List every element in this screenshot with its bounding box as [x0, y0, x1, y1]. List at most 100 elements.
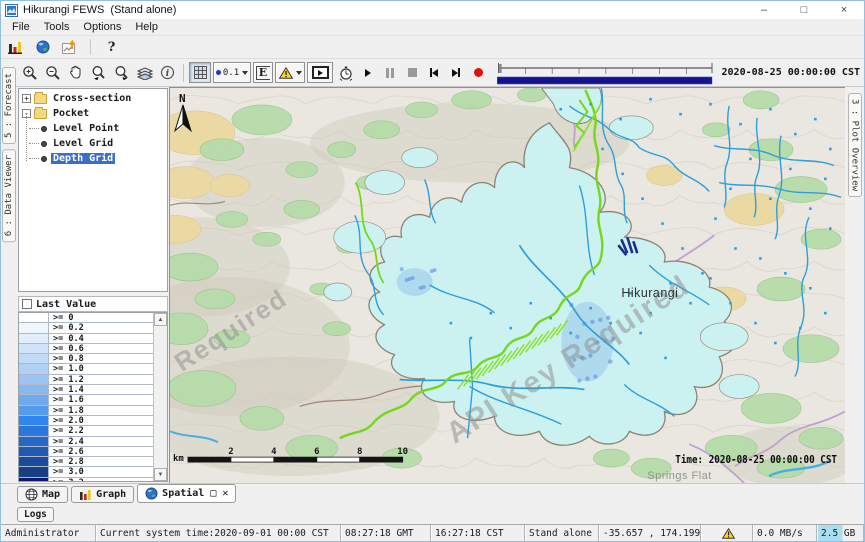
menu-options[interactable]: Options	[76, 20, 128, 34]
legend-row: >= 0.4	[19, 334, 153, 344]
zoom-next-icon	[114, 65, 130, 81]
animation-settings-button[interactable]	[335, 62, 356, 83]
status-bar: AdministratorCurrent system time:2020-09…	[1, 524, 864, 541]
zoom-previous-button[interactable]	[88, 62, 109, 83]
tree-item-label: Cross-section	[51, 93, 133, 104]
legend-label: >= 2.4	[49, 437, 84, 446]
legend-row: >= 0.6	[19, 344, 153, 354]
zoom-in-button[interactable]	[19, 62, 40, 83]
bullet-icon	[41, 156, 47, 162]
map-canvas[interactable]: API Key Required API Key Required Hikura…	[169, 87, 845, 483]
scale-tick-label: 10	[397, 447, 408, 457]
tree-connector	[29, 128, 39, 129]
chart-up-icon	[62, 40, 78, 55]
tree-item-level-grid[interactable]: Level Grid	[21, 136, 167, 151]
label-toggle-button[interactable]: E	[253, 62, 273, 83]
north-label: N	[179, 92, 186, 105]
legend-swatch	[19, 426, 49, 435]
maximize-button[interactable]: □	[784, 1, 824, 19]
chevron-down-icon	[242, 71, 248, 75]
warning-icon	[279, 67, 293, 79]
tab-graph[interactable]: Graph	[71, 486, 134, 503]
dot-icon	[216, 70, 221, 75]
legend-swatch	[19, 323, 49, 332]
minimize-button[interactable]: –	[744, 1, 784, 19]
legend-row: >= 2.0	[19, 416, 153, 426]
legend-swatch	[19, 385, 49, 394]
slider-handle[interactable]	[499, 64, 501, 73]
database-viewer-button[interactable]	[5, 37, 26, 58]
timeseries-button[interactable]	[59, 37, 80, 58]
logs-button[interactable]: Logs	[17, 507, 54, 522]
zoom-out-button[interactable]	[42, 62, 63, 83]
status-coordinates: -35.657 , 174.199	[599, 525, 701, 541]
tree-item-pocket[interactable]: -Pocket	[21, 106, 167, 121]
zoom-next-button[interactable]	[111, 62, 132, 83]
tab-plot-overview[interactable]: 3 : Plot Overview	[848, 93, 862, 197]
current-datetime: 2020-08-25 00:00:00 CST	[722, 67, 860, 78]
scroll-up-icon[interactable]: ▲	[154, 313, 167, 326]
scale-unit: km	[173, 454, 184, 464]
legend-label: >= 0.8	[49, 354, 84, 363]
last-step-button[interactable]	[446, 62, 466, 83]
tab-forecast[interactable]: 5 : Forecast	[2, 67, 16, 144]
stop-button[interactable]	[402, 62, 422, 83]
legend-label: >= 1.2	[49, 375, 84, 384]
legend-label: >= 1.4	[49, 385, 84, 394]
menu-help[interactable]: Help	[128, 20, 165, 34]
tree-item-level-point[interactable]: Level Point	[21, 121, 167, 136]
time-slider[interactable]	[496, 61, 715, 85]
pause-icon	[386, 68, 394, 78]
close-button[interactable]: ×	[824, 1, 864, 19]
threshold-warning-dropdown[interactable]	[275, 62, 305, 83]
legend-label: >= 2.2	[49, 426, 84, 435]
record-button[interactable]	[468, 62, 488, 83]
play-button[interactable]	[358, 62, 378, 83]
last-value-checkbox[interactable]	[22, 299, 32, 309]
map-toolbar: i 0.1 E	[16, 59, 864, 87]
tab-spatial[interactable]: Spatial□✕	[137, 484, 236, 503]
tree-item-label: Pocket	[51, 108, 91, 119]
animation-display-button[interactable]	[307, 62, 333, 83]
toolbar-separator	[90, 39, 91, 55]
play-icon	[365, 69, 371, 77]
legend-swatch	[19, 364, 49, 373]
tab-close-icon[interactable]: ✕	[222, 488, 228, 499]
globe-wire-icon	[25, 488, 38, 501]
spatial-display-button[interactable]	[32, 37, 53, 58]
tab-data-viewer[interactable]: 6 : Data Viewer	[2, 149, 16, 242]
pan-button[interactable]	[65, 62, 86, 83]
menu-file[interactable]: File	[5, 20, 37, 34]
legend-panel: Last Value >= 0>= 0.2>= 0.4>= 0.6>= 0.8>…	[18, 296, 168, 482]
legend-swatch	[19, 467, 49, 476]
grid-display-button[interactable]	[189, 62, 211, 83]
legend-swatch	[19, 395, 49, 404]
tab-map[interactable]: Map	[17, 486, 68, 503]
info-icon: i	[160, 65, 175, 80]
tab-maximize-icon[interactable]: □	[210, 488, 216, 499]
legend-row: >= 2.4	[19, 437, 153, 447]
info-button[interactable]: i	[157, 62, 178, 83]
scroll-down-icon[interactable]: ▼	[154, 468, 167, 481]
pause-button[interactable]	[380, 62, 400, 83]
legend-label: >= 2.8	[49, 457, 84, 466]
legend-label: >= 1.0	[49, 364, 84, 373]
menu-bar: FileToolsOptionsHelp	[1, 19, 864, 36]
classbreak-dropdown[interactable]: 0.1	[213, 62, 251, 83]
tree-item-depth-grid[interactable]: Depth Grid	[21, 151, 167, 166]
right-tab-strip: 3 : Plot Overview	[845, 87, 864, 483]
legend-row: >= 1.0	[19, 364, 153, 374]
tree-item-label: Level Grid	[51, 138, 115, 149]
status-local-time: 16:27:18 CST	[431, 525, 525, 541]
tree-item-cross-section[interactable]: + Cross-section	[21, 91, 167, 106]
legend-swatch	[19, 375, 49, 384]
layers-icon	[137, 66, 153, 80]
menu-tools[interactable]: Tools	[37, 20, 77, 34]
first-step-button[interactable]	[424, 62, 444, 83]
help-button[interactable]: ?	[101, 37, 122, 58]
expand-icon[interactable]: +	[22, 94, 31, 103]
layers-button[interactable]	[134, 62, 155, 83]
legend-swatch	[19, 416, 49, 425]
legend-label: >= 1.6	[49, 395, 84, 404]
legend-scrollbar[interactable]: ▲ ▼	[153, 313, 167, 481]
